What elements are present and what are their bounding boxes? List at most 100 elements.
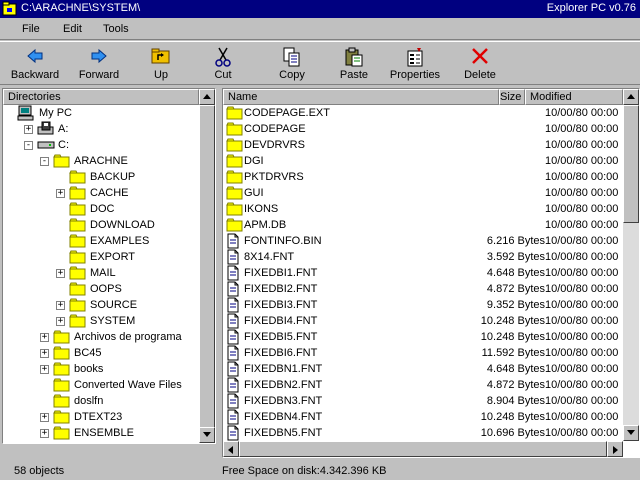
file-row[interactable]: FIXEDBI3.FNT 9.352 Bytes 10/00/80 00:00 <box>223 297 623 313</box>
tree-item[interactable]: DOWNLOAD <box>3 217 199 233</box>
cut-label: Cut <box>214 69 232 81</box>
files-scroll-right-button[interactable] <box>607 441 623 457</box>
folder-icon <box>53 425 71 443</box>
file-size: 10.696 Bytes <box>480 427 545 439</box>
arrow-up-icon <box>627 94 635 99</box>
file-row[interactable]: FIXEDBI6.FNT 11.592 Bytes 10/00/80 00:00 <box>223 345 623 361</box>
tree-item[interactable]: + books <box>3 361 199 377</box>
file-row[interactable]: DEVDRVRS 10/00/80 00:00 <box>223 137 623 153</box>
tree-item[interactable]: + ENSEMBLE <box>3 425 199 441</box>
backward-button[interactable]: Backward <box>4 45 66 83</box>
tree-item[interactable]: + A: <box>3 121 199 137</box>
forward-button[interactable]: Forward <box>68 45 130 83</box>
files-vertical-scrollbar[interactable] <box>623 89 639 441</box>
file-row[interactable]: FIXEDBN4.FNT 10.248 Bytes 10/00/80 00:00 <box>223 409 623 425</box>
tree-item[interactable]: OOPS <box>3 281 199 297</box>
expand-icon[interactable]: + <box>40 429 49 438</box>
file-row[interactable]: PKTDRVRS 10/00/80 00:00 <box>223 169 623 185</box>
tree-item-label: C: <box>58 139 69 151</box>
paste-button[interactable]: Paste <box>323 45 385 83</box>
file-row[interactable]: FIXEDBI4.FNT 10.248 Bytes 10/00/80 00:00 <box>223 313 623 329</box>
files-scroll-thumb[interactable] <box>623 105 639 223</box>
tree-scroll-up-button[interactable] <box>199 89 215 105</box>
files-scroll-up-button[interactable] <box>623 89 639 105</box>
tree-scroll-down-button[interactable] <box>199 427 215 443</box>
expand-icon[interactable]: + <box>56 301 65 310</box>
files-scroll-left-button[interactable] <box>223 441 239 457</box>
files-horizontal-scrollbar[interactable] <box>223 441 623 457</box>
file-modified: 10/00/80 00:00 <box>545 235 619 247</box>
file-row[interactable]: FIXEDBN1.FNT 4.648 Bytes 10/00/80 00:00 <box>223 361 623 377</box>
tree-item[interactable]: + SOURCE <box>3 297 199 313</box>
file-row[interactable]: 8X14.FNT 3.592 Bytes 10/00/80 00:00 <box>223 249 623 265</box>
tree-item[interactable]: - ARACHNE <box>3 153 199 169</box>
files-hscroll-thumb[interactable] <box>239 441 607 457</box>
title-bar: C:\ARACHNE\SYSTEM\ Explorer PC v0.76 <box>0 0 640 18</box>
copy-button[interactable]: Copy <box>261 45 323 83</box>
column-header-modified[interactable]: Modified <box>525 89 623 105</box>
expand-icon[interactable]: + <box>56 269 65 278</box>
column-header-name[interactable]: Name <box>223 89 499 105</box>
menu-tools[interactable]: Tools <box>101 23 131 35</box>
cut-button[interactable]: Cut <box>192 45 254 83</box>
tree-item[interactable]: + BC45 <box>3 345 199 361</box>
file-row[interactable]: FIXEDBI2.FNT 4.872 Bytes 10/00/80 00:00 <box>223 281 623 297</box>
file-row[interactable]: CODEPAGE.EXT 10/00/80 00:00 <box>223 105 623 121</box>
tree-item[interactable]: Converted Wave Files <box>3 377 199 393</box>
directories-header[interactable]: Directories <box>3 89 199 105</box>
expand-icon[interactable]: + <box>40 365 49 374</box>
delete-button[interactable]: Delete <box>449 45 511 83</box>
scissors-icon <box>215 47 231 67</box>
collapse-icon[interactable]: - <box>24 141 33 150</box>
tree-item[interactable]: + CACHE <box>3 185 199 201</box>
expand-icon[interactable]: + <box>56 317 65 326</box>
tree-item-label: OOPS <box>90 283 122 295</box>
tree-item[interactable]: DOC <box>3 201 199 217</box>
tree-item[interactable]: BACKUP <box>3 169 199 185</box>
file-row[interactable]: CODEPAGE 10/00/80 00:00 <box>223 121 623 137</box>
expand-icon[interactable]: + <box>40 413 49 422</box>
tree-item[interactable]: + Archivos de programa <box>3 329 199 345</box>
tree-item[interactable]: - C: <box>3 137 199 153</box>
file-row[interactable]: FIXEDBI5.FNT 10.248 Bytes 10/00/80 00:00 <box>223 329 623 345</box>
expand-icon[interactable]: + <box>24 125 33 134</box>
file-row[interactable]: DGI 10/00/80 00:00 <box>223 153 623 169</box>
tree-item[interactable]: + SYSTEM <box>3 313 199 329</box>
files-scroll-down-button[interactable] <box>623 425 639 441</box>
file-modified: 10/00/80 00:00 <box>545 107 619 119</box>
properties-button[interactable]: Properties <box>384 45 446 83</box>
tree-item[interactable]: EXAMPLES <box>3 233 199 249</box>
up-button[interactable]: Up <box>130 45 192 83</box>
expand-icon[interactable]: + <box>56 189 65 198</box>
arrow-down-icon <box>203 432 211 437</box>
tree-item[interactable]: My PC <box>3 105 199 121</box>
file-name: 8X14.FNT <box>244 251 295 263</box>
collapse-icon[interactable]: - <box>40 157 49 166</box>
file-row[interactable]: FIXEDBN3.FNT 8.904 Bytes 10/00/80 00:00 <box>223 393 623 409</box>
paste-label: Paste <box>339 69 369 81</box>
column-header-size[interactable]: Size <box>499 89 525 105</box>
file-row[interactable]: IKONS 10/00/80 00:00 <box>223 201 623 217</box>
file-row[interactable]: APM.DB 10/00/80 00:00 <box>223 217 623 233</box>
tree-item[interactable]: + MAIL <box>3 265 199 281</box>
menu-edit[interactable]: Edit <box>61 23 84 35</box>
tree-scroll-thumb[interactable] <box>199 105 215 429</box>
file-modified: 10/00/80 00:00 <box>545 427 619 439</box>
app-icon <box>2 1 17 16</box>
file-name: FIXEDBN3.FNT <box>244 395 323 407</box>
tree-item[interactable]: doslfn <box>3 393 199 409</box>
expand-icon[interactable]: + <box>40 333 49 342</box>
menu-file[interactable]: File <box>20 23 42 35</box>
file-row[interactable]: FIXEDBI1.FNT 4.648 Bytes 10/00/80 00:00 <box>223 265 623 281</box>
tree-item[interactable]: + DTEXT23 <box>3 409 199 425</box>
file-size: 11.592 Bytes <box>481 347 545 359</box>
file-row[interactable]: FONTINFO.BIN 6.216 Bytes 10/00/80 00:00 <box>223 233 623 249</box>
file-row[interactable]: GUI 10/00/80 00:00 <box>223 185 623 201</box>
file-row[interactable]: FIXEDBN5.FNT 10.696 Bytes 10/00/80 00:00 <box>223 425 623 441</box>
file-row[interactable]: FIXEDBN2.FNT 4.872 Bytes 10/00/80 00:00 <box>223 377 623 393</box>
tree-vertical-scrollbar[interactable] <box>199 89 215 443</box>
tree-item-label: My PC <box>39 107 72 119</box>
tree-item[interactable]: EXPORT <box>3 249 199 265</box>
toolbar: Backward Forward Up Cut Copy Paste Prope… <box>0 41 640 85</box>
expand-icon[interactable]: + <box>40 349 49 358</box>
